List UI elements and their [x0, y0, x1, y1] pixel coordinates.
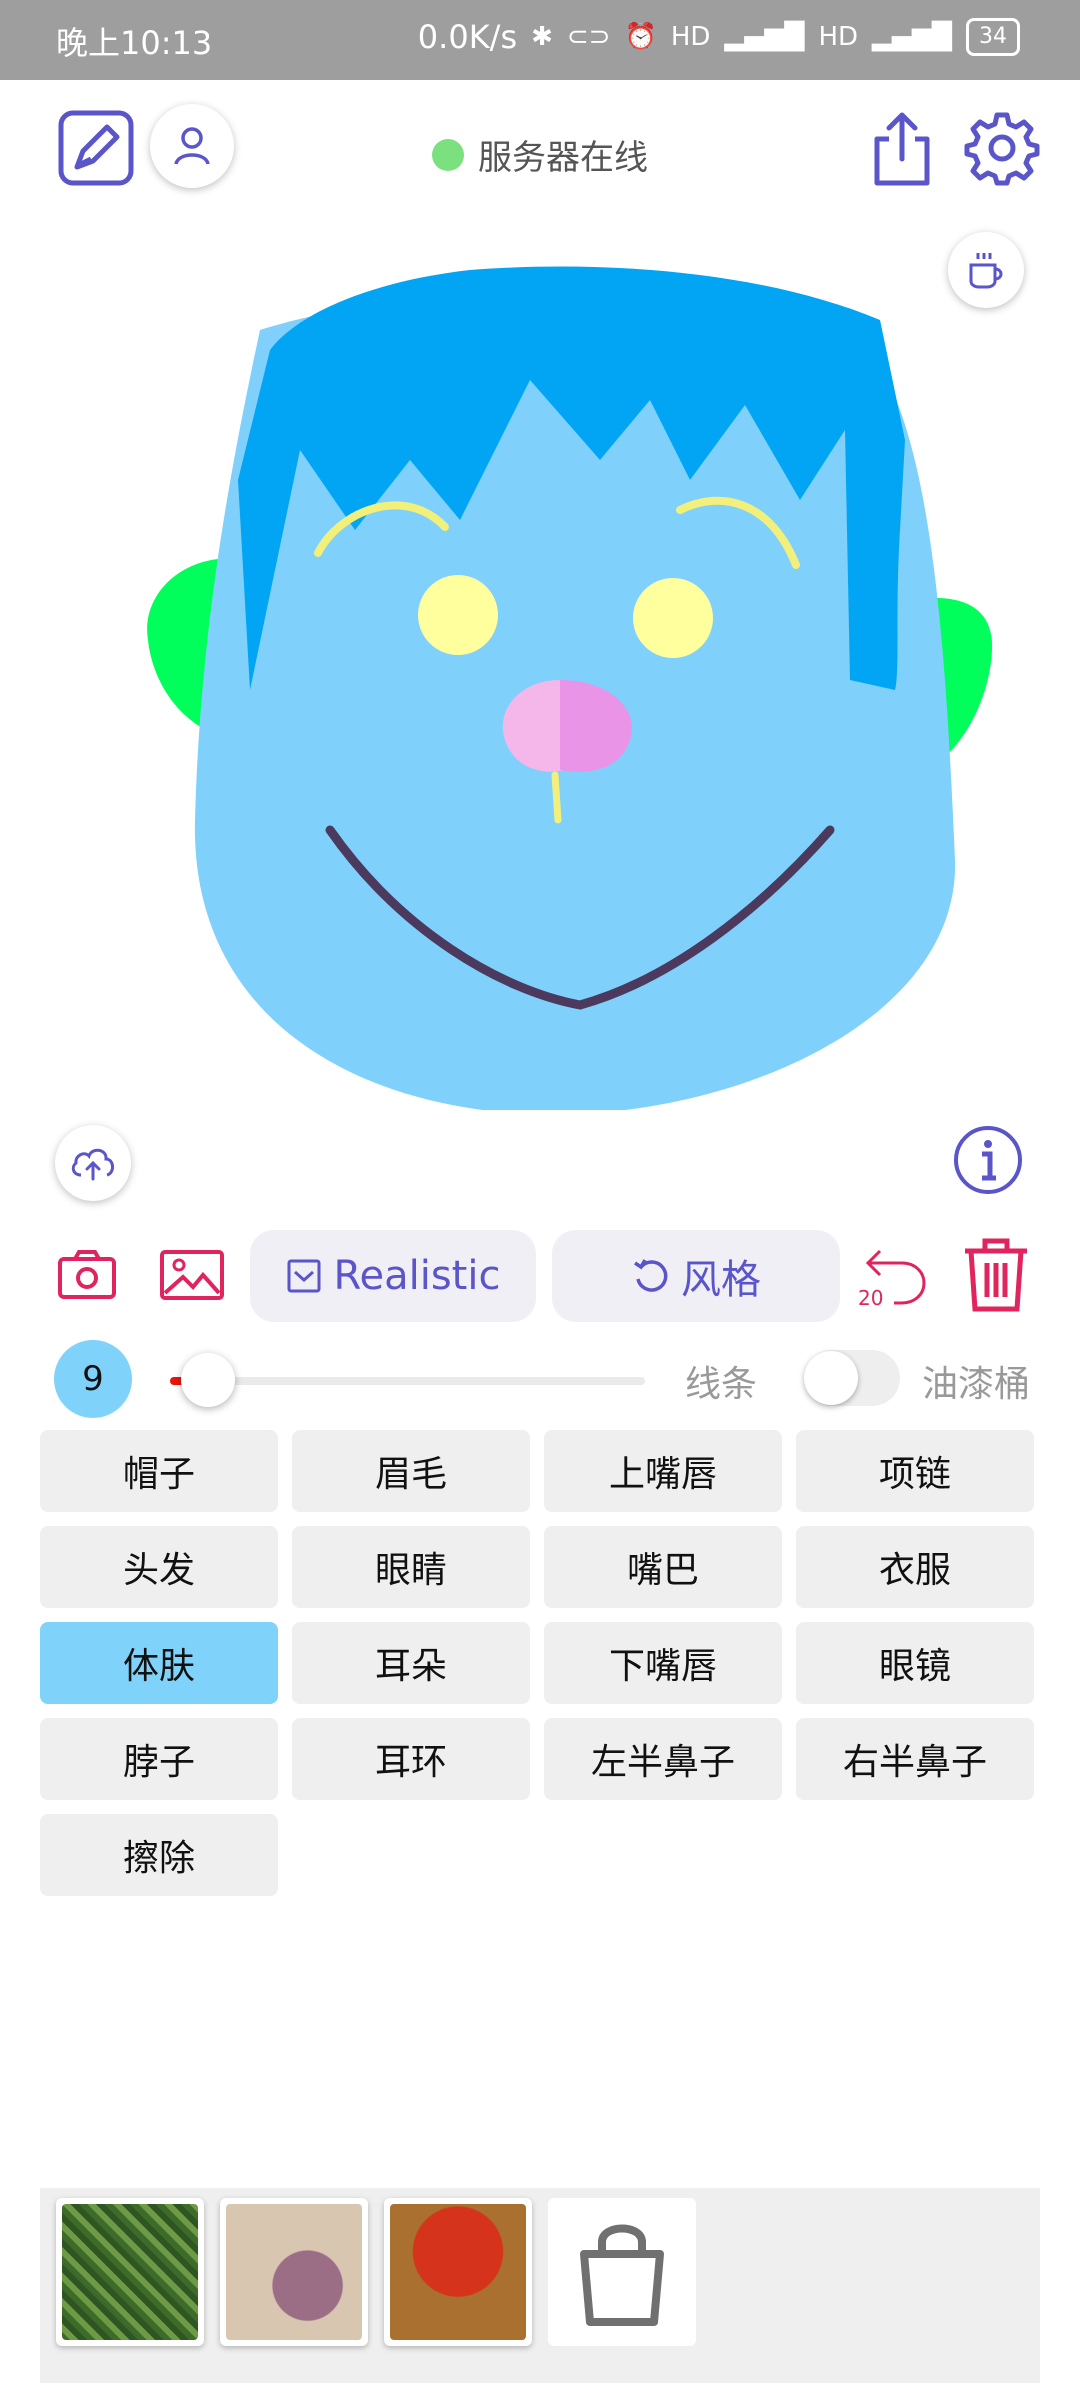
drawing-canvas[interactable]	[0, 210, 1080, 1201]
toggle-knob	[804, 1351, 858, 1405]
hd-icon: HD	[818, 22, 859, 52]
part-button[interactable]: 耳环	[292, 1718, 530, 1800]
brush-size-badge: 9	[54, 1340, 132, 1418]
result-thumbnail[interactable]	[220, 2198, 368, 2346]
coffee-button[interactable]	[948, 232, 1024, 308]
top-bar: 服务器在线	[0, 90, 1080, 210]
info-button[interactable]	[950, 1122, 1026, 1198]
server-status-dot	[432, 138, 464, 171]
result-thumbnail[interactable]	[384, 2198, 532, 2346]
share-icon	[874, 112, 930, 186]
line-label: 线条	[685, 1364, 758, 1405]
user-button[interactable]	[150, 104, 234, 188]
checkbox-icon	[287, 1259, 320, 1293]
bluetooth-icon: ✱	[531, 22, 553, 52]
face-drawing	[147, 266, 993, 1115]
part-button[interactable]: 眼睛	[292, 1526, 530, 1608]
brush-size-slider[interactable]	[170, 1353, 645, 1407]
part-button[interactable]: 擦除	[40, 1814, 278, 1896]
cloud-upload-icon	[71, 1148, 114, 1181]
server-status: 服务器在线	[432, 130, 648, 179]
settings-button[interactable]	[962, 108, 1042, 188]
image-icon	[160, 1250, 224, 1300]
part-button[interactable]: 项链	[796, 1430, 1034, 1512]
controls-row: Realistic 风格 20	[0, 1225, 1080, 1325]
camera-button[interactable]	[55, 1247, 119, 1303]
undo-button[interactable]: 20	[858, 1239, 930, 1311]
delete-button[interactable]	[960, 1237, 1032, 1313]
coffee-icon	[969, 253, 1003, 289]
style-label: 风格	[681, 1257, 761, 1303]
network-speed: 0.0K/s	[417, 18, 518, 56]
part-button[interactable]: 左半鼻子	[544, 1718, 782, 1800]
upload-button[interactable]	[55, 1125, 131, 1201]
alarm-icon: ⏰	[624, 22, 657, 52]
bucket-label: 油漆桶	[922, 1364, 1031, 1405]
realistic-label: Realistic	[333, 1253, 501, 1299]
4g-signal-icon: ▂▄▆█	[872, 22, 952, 52]
server-status-text: 服务器在线	[478, 138, 648, 178]
result-tray	[40, 2188, 1040, 2383]
status-icons: 0.0K/s ✱ ⊂⊃ ⏰ HD ▂▄▆█ HD ▂▄▆█ 34	[418, 18, 1020, 56]
edit-icon	[58, 110, 134, 186]
part-button[interactable]: 脖子	[40, 1718, 278, 1800]
bucket-toggle[interactable]	[804, 1350, 900, 1406]
part-button[interactable]: 嘴巴	[544, 1526, 782, 1608]
part-button[interactable]: 下嘴唇	[544, 1622, 782, 1704]
gallery-button[interactable]	[158, 1247, 226, 1303]
hd-icon: HD	[670, 22, 711, 52]
settings-icon	[964, 112, 1040, 186]
thumbnail-red-texture	[390, 2204, 526, 2340]
part-button[interactable]: 体肤	[40, 1622, 278, 1704]
part-button[interactable]: 眼镜	[796, 1622, 1034, 1704]
part-button[interactable]: 衣服	[796, 1526, 1034, 1608]
refresh-icon	[634, 1259, 668, 1292]
share-button[interactable]	[862, 108, 942, 190]
result-thumbnail[interactable]	[56, 2198, 204, 2346]
left-eye-drawing	[418, 575, 498, 655]
thumbnail-beige-texture	[226, 2204, 362, 2340]
undo-count: 20	[858, 1286, 883, 1310]
shop-button[interactable]	[548, 2198, 696, 2346]
vpn-icon: ⊂⊃	[566, 22, 611, 52]
style-button[interactable]: 风格	[552, 1230, 840, 1322]
part-button[interactable]: 头发	[40, 1526, 278, 1608]
status-bar: 晚上10:13 0.0K/s ✱ ⊂⊃ ⏰ HD ▂▄▆█ HD ▂▄▆█ 34	[0, 0, 1080, 80]
slider-thumb[interactable]	[181, 1353, 235, 1407]
trash-icon	[965, 1238, 1027, 1312]
camera-icon	[58, 1250, 116, 1299]
realistic-button[interactable]: Realistic	[250, 1230, 536, 1322]
part-button[interactable]: 眉毛	[292, 1430, 530, 1512]
part-button[interactable]: 耳朵	[292, 1622, 530, 1704]
status-time: 晚上10:13	[56, 24, 213, 62]
brush-row: 9 线条 油漆桶	[0, 1335, 1080, 1425]
edit-button[interactable]	[56, 108, 136, 188]
part-button[interactable]: 帽子	[40, 1430, 278, 1512]
part-button[interactable]: 右半鼻子	[796, 1718, 1034, 1800]
shopping-bag-icon	[580, 2224, 664, 2326]
right-eye-drawing	[633, 578, 713, 658]
part-button[interactable]: 上嘴唇	[544, 1430, 782, 1512]
info-icon	[954, 1126, 1022, 1194]
battery-icon: 34	[966, 18, 1020, 56]
4g-signal-icon: ▂▄▆█	[724, 22, 805, 52]
undo-icon: 20	[858, 1249, 926, 1310]
thumbnail-green-texture	[62, 2204, 198, 2340]
nose-stroke-drawing	[551, 771, 562, 824]
user-icon	[174, 127, 210, 165]
